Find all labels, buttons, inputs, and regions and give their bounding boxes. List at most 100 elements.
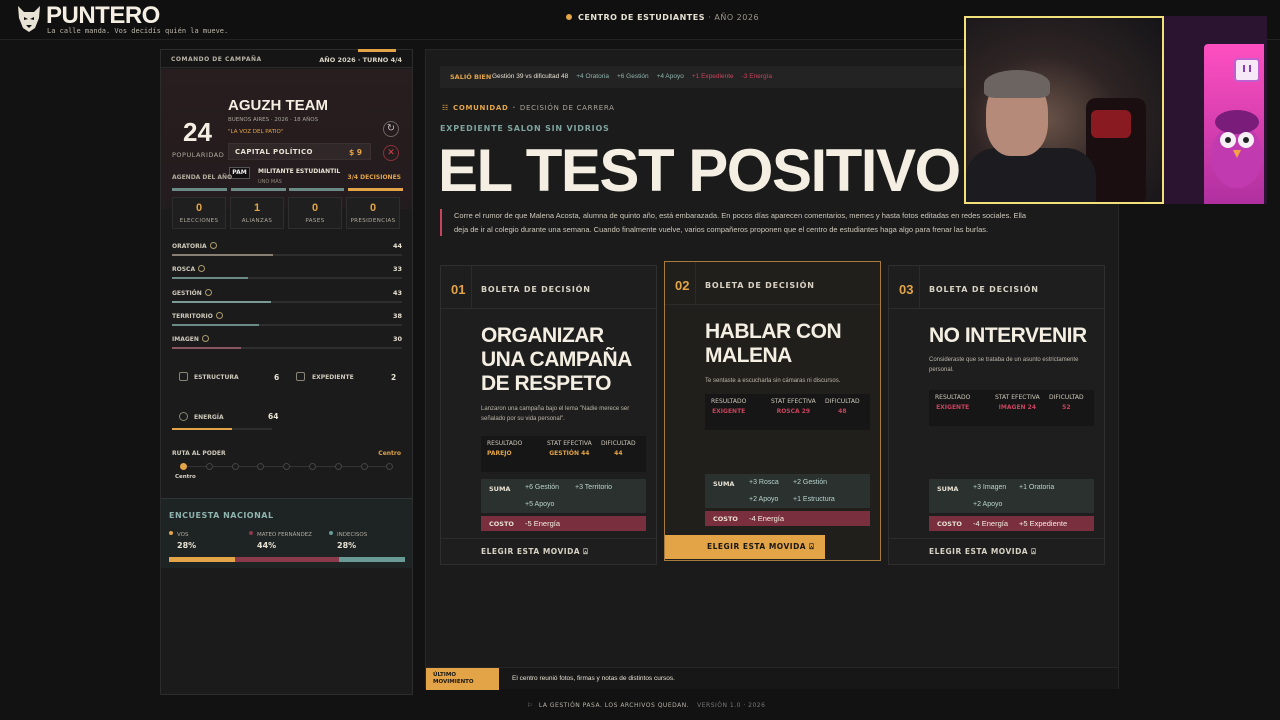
divider: [889, 538, 1104, 539]
skill-fill: [172, 347, 241, 350]
option-costo: COSTO -4 Energía +5 Expediente: [929, 516, 1094, 531]
header-year: · AÑO 2026: [708, 13, 760, 22]
poll-item-mateo: MATEO FERNÁNDEZ: [249, 531, 312, 538]
info-icon[interactable]: [201, 335, 209, 343]
ruta-step: [386, 463, 394, 470]
poll-name: VOS: [177, 532, 189, 538]
skill-track: [172, 323, 402, 326]
skill-track: [172, 277, 402, 280]
event-expediente: EXPEDIENTE SALON SIN VIDRIOS: [440, 124, 610, 133]
stat-value: 48: [838, 408, 847, 415]
counter-alianzas: 1 ALIANZAS: [230, 197, 284, 229]
skill-value: 38: [392, 311, 402, 320]
skill-name: TERRITORIO: [172, 311, 223, 320]
option-number: 02: [675, 278, 690, 293]
skill-name: GESTIÓN: [172, 288, 212, 297]
event-category-name: COMUNIDAD: [452, 104, 509, 112]
event-category: ☷ COMUNIDAD · DECISIÓN DE CARRERA: [442, 104, 615, 112]
team-quote: "LA VOZ DEL PATIO": [228, 129, 284, 135]
suma-item: +1 Estructura: [793, 496, 835, 503]
choose-label: ELEGIR ESTA MOVIDA: [481, 547, 581, 556]
choose-option-3-button[interactable]: ELEGIR ESTA MOVIDA ⍓: [929, 540, 1089, 564]
suma-item: +3 Rosca: [749, 479, 779, 486]
ruta-step: [231, 463, 239, 470]
option-header: BOLETA DE DECISIÓN: [705, 281, 815, 290]
stat-value: EXIGENTE: [936, 404, 970, 411]
skill-row: TERRITORIO 38: [172, 311, 402, 330]
skill-fill: [172, 300, 271, 303]
skill-name: IMAGEN: [172, 335, 209, 343]
info-icon[interactable]: [198, 265, 206, 273]
poll-dot-icon: [329, 531, 333, 535]
info-icon[interactable]: [209, 242, 217, 249]
poll-section: ENCUESTA NACIONAL VOS 28% MATEO FERNÁNDE…: [161, 498, 412, 568]
counter-presidencias: 0 PRESIDENCIAS: [346, 197, 400, 229]
option-number: 03: [899, 282, 914, 297]
skill-name: ORATORIA: [172, 242, 217, 250]
choose-option-1-button[interactable]: ELEGIR ESTA MOVIDA ⍓: [481, 540, 641, 564]
skill-label: TERRITORIO: [172, 312, 213, 320]
poll-item-indecisos: INDECISOS: [329, 531, 367, 538]
skill-track: [172, 347, 402, 350]
info-icon[interactable]: [204, 288, 212, 296]
stat-dificultad: DIFICULTAD 44: [601, 440, 636, 457]
skill-value: 33: [392, 265, 402, 274]
ruta-step: [257, 463, 265, 470]
result-effect: +6 Gestión: [616, 73, 649, 80]
result-effect: +4 Apoyo: [656, 73, 684, 80]
skill-fill: [172, 323, 260, 326]
event-story: Corre el rumor de que Malena Acosta, alu…: [440, 209, 1030, 236]
suma-item: +6 Gestión: [525, 484, 560, 491]
stat-label: STAT EFECTIVA: [547, 440, 592, 447]
team-meta: BUENOS AIRES · 2026 · 18 AÑOS: [228, 117, 319, 123]
agenda-label: AGENDA DEL AÑO: [172, 174, 233, 181]
agenda-segment: [347, 188, 403, 191]
option-title: ORGANIZAR UNA CAMPAÑA DE RESPETO: [481, 324, 632, 395]
costo-label: COSTO: [489, 520, 514, 528]
info-icon[interactable]: [215, 311, 223, 319]
poll-bar-segment: [235, 557, 339, 562]
capital-label: CAPITAL POLÍTICO: [235, 148, 313, 156]
skill-row: IMAGEN 30: [172, 335, 402, 353]
demon-logo-icon: [18, 6, 40, 32]
option-costo: COSTO -4 Energía: [705, 511, 870, 526]
campaign-header-label: COMANDO DE CAMPAÑA: [171, 56, 262, 63]
stat-label: DIFICULTAD: [825, 398, 860, 405]
skill-row: ROSCA 33: [172, 265, 402, 283]
separator: ·: [512, 104, 516, 112]
poll-title: ENCUESTA NACIONAL: [169, 511, 274, 520]
ruta-step: [283, 463, 291, 470]
suma-item: +2 Apoyo: [749, 496, 779, 503]
choose-option-2-button[interactable]: ELEGIR ESTA MOVIDA ⍓: [665, 535, 825, 559]
reset-icon[interactable]: ↻: [383, 121, 399, 137]
divider: [889, 308, 1104, 309]
suma-item: +2 Gestión: [793, 479, 828, 486]
skill-label: ORATORIA: [172, 243, 207, 250]
costo-item: -5 Energía: [525, 519, 561, 528]
stat-value: 52: [1062, 404, 1071, 411]
counter-value: 0: [311, 202, 319, 214]
team-name: AGUZH TEAM: [228, 97, 328, 114]
footer-version: VERSIÓN 1.0 · 2026: [697, 702, 766, 709]
skill-track: [172, 300, 402, 303]
last-move-label2: MOVIMIENTO: [433, 679, 474, 685]
counter-elecciones: 0 ELECCIONES: [172, 197, 226, 229]
stat-value: IMAGEN 24: [998, 404, 1037, 411]
webcam-person-body: [966, 148, 1096, 202]
event-type: DECISIÓN DE CARRERA: [519, 104, 615, 112]
close-icon[interactable]: ✕: [383, 145, 399, 161]
stat-resultado: RESULTADO EXIGENTE: [711, 398, 746, 415]
suma-label: SUMA: [489, 485, 511, 493]
poll-dot-icon: [249, 531, 253, 535]
costo-label: COSTO: [713, 515, 738, 523]
result-effect: -3 Energía: [741, 73, 772, 80]
campaign-turn: AÑO 2026 · TURNO 4/4: [319, 56, 402, 64]
brand-name: PUNTERO: [46, 2, 160, 29]
stat-label: RESULTADO: [711, 398, 747, 405]
counter-value: 0: [195, 202, 203, 214]
stat-label: STAT EFECTIVA: [771, 398, 816, 405]
counter-label: PASES: [305, 218, 325, 224]
popularity-label: POPULARIDAD: [172, 151, 225, 159]
estructura-icon: [179, 372, 188, 381]
flag-icon: ⚐: [527, 702, 533, 709]
